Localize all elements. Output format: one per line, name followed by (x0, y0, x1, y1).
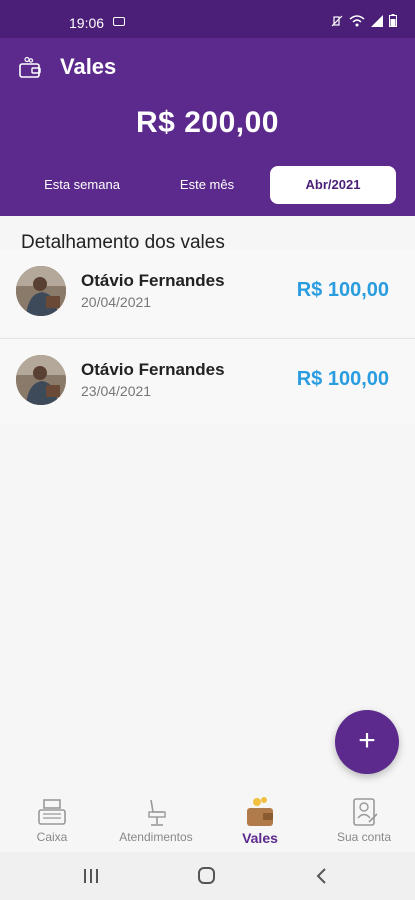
signal-icon (371, 14, 383, 32)
home-icon[interactable] (191, 864, 221, 888)
vale-list-item[interactable]: Otávio Fernandes 23/04/2021 R$ 100,00 (0, 338, 415, 424)
nav-atendimentos[interactable]: Atendimentos (108, 790, 204, 852)
wallet-coins-icon (243, 796, 277, 828)
status-bar: 19:06 (0, 0, 415, 38)
vale-amount: R$ 100,00 (296, 368, 389, 390)
back-icon[interactable] (306, 864, 336, 888)
vale-date: 20/04/2021 (81, 294, 152, 310)
tab-esta-semana[interactable]: Esta semana (14, 166, 150, 204)
tab-este-mes[interactable]: Este mês (144, 166, 270, 204)
battery-icon (389, 14, 397, 32)
period-tabs: Esta semana Este mês Abr/2021 (14, 166, 398, 204)
vale-name: Otávio Fernandes (81, 271, 225, 290)
wifi-icon (349, 14, 365, 32)
avatar (16, 266, 66, 316)
status-time: 19:06 (69, 15, 105, 31)
recent-apps-icon[interactable] (76, 864, 106, 888)
bottom-navigation: Caixa Atendimentos Vales Sua conta (0, 790, 415, 852)
nav-label: Vales (242, 830, 278, 846)
total-amount: R$ 200,00 (136, 106, 279, 139)
cash-register-icon (35, 796, 69, 828)
nav-caixa[interactable]: Caixa (20, 790, 84, 852)
tab-abr-2021[interactable]: Abr/2021 (270, 166, 396, 204)
avatar (16, 355, 66, 405)
message-notification-icon (113, 17, 125, 26)
account-document-icon (347, 796, 381, 828)
nav-label: Sua conta (336, 830, 392, 844)
nav-sua-conta[interactable]: Sua conta (326, 790, 402, 852)
mute-icon (331, 14, 343, 32)
status-icons (331, 14, 397, 32)
vale-list-item[interactable]: Otávio Fernandes 20/04/2021 R$ 100,00 (0, 250, 415, 336)
vale-amount: R$ 100,00 (296, 279, 389, 301)
nav-label: Caixa (36, 830, 68, 844)
vale-date: 23/04/2021 (81, 383, 152, 399)
page-title: Vales (60, 54, 117, 79)
wallet-icon (18, 56, 42, 80)
plus-icon: + (358, 724, 376, 757)
vale-name: Otávio Fernandes (81, 360, 225, 379)
header: Vales R$ 200,00 Esta semana Este mês Abr… (0, 38, 415, 216)
system-navigation-bar (0, 852, 415, 900)
add-vale-button[interactable]: + (335, 710, 399, 774)
nav-label: Atendimentos (119, 830, 193, 844)
nav-vales[interactable]: Vales (228, 790, 292, 852)
barber-chair-icon (139, 796, 173, 828)
